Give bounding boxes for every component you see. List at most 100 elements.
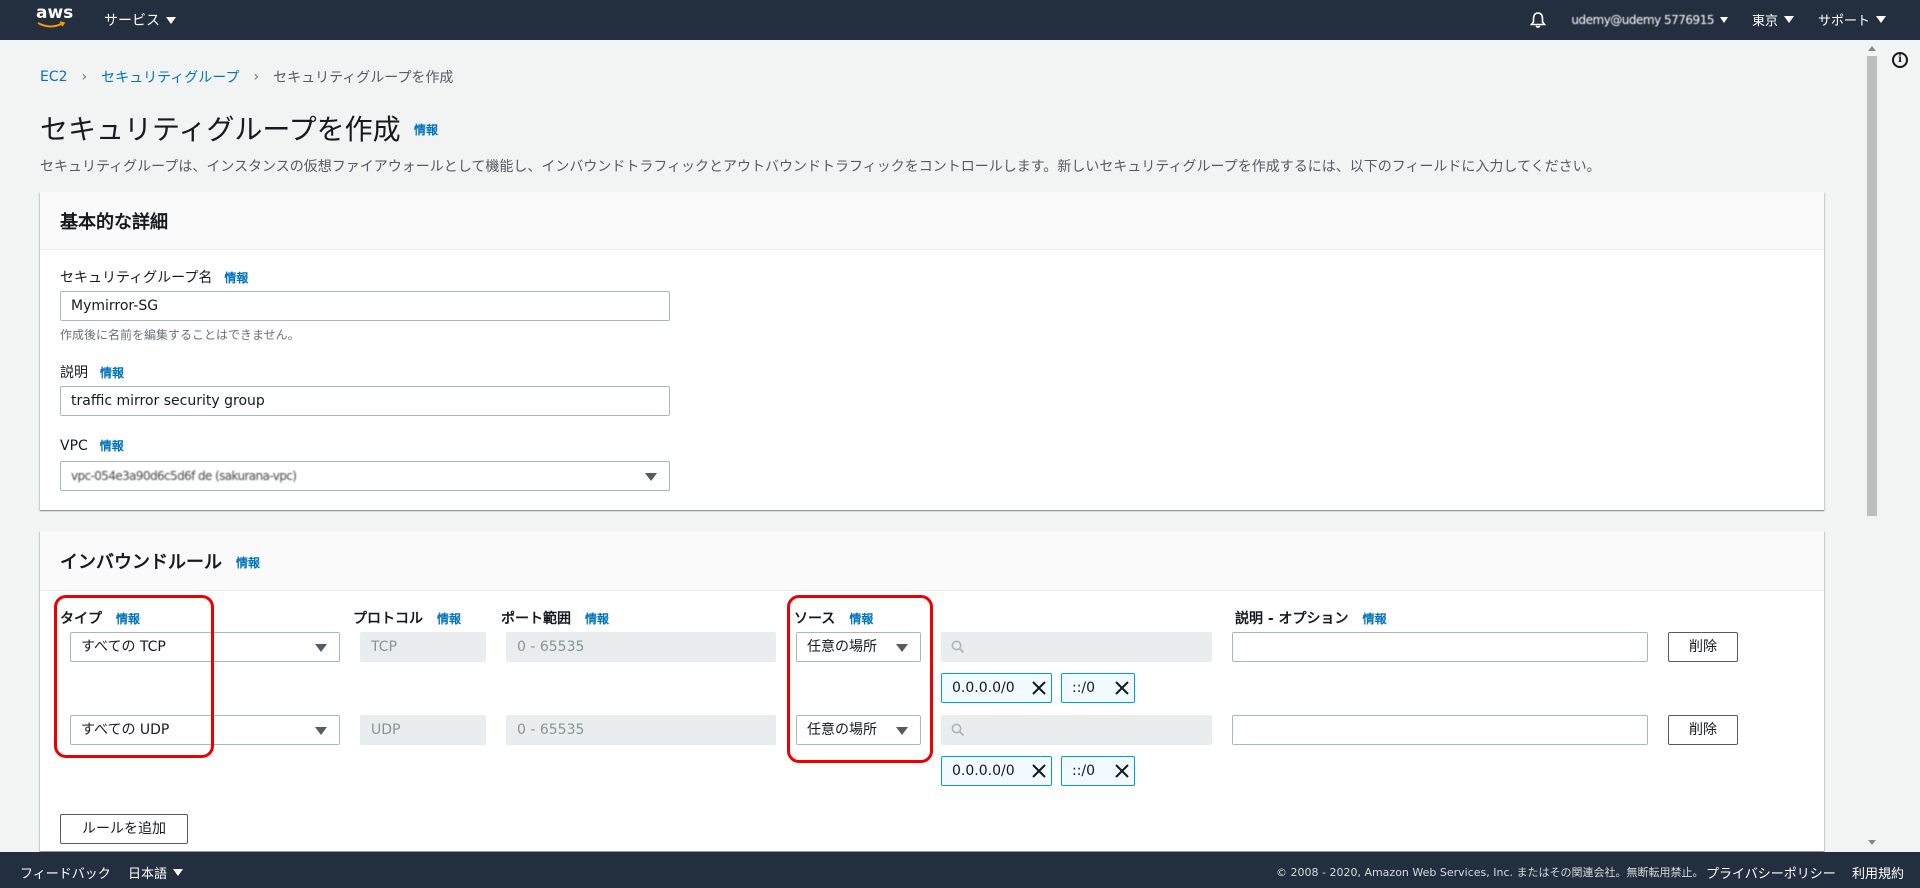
caret-down-icon	[896, 727, 908, 735]
rule1-type-select[interactable]: すべての TCP	[70, 632, 340, 662]
col-head-description: 説明 - オプション 情報	[1235, 608, 1387, 628]
rule1-delete-button[interactable]: 削除	[1668, 632, 1738, 662]
rule1-type-value: すべての TCP	[81, 639, 166, 655]
sg-name-info-link[interactable]: 情報	[224, 269, 248, 286]
close-icon[interactable]	[1114, 763, 1130, 779]
col-type-label: タイプ	[60, 611, 102, 627]
description-input[interactable]: traffic mirror security group	[60, 386, 670, 416]
col-desc-label: 説明 - オプション	[1235, 611, 1349, 627]
protocol-info-link[interactable]: 情報	[437, 610, 461, 627]
caret-down-icon	[645, 473, 657, 481]
inbound-rules-heading: インバウンドルール	[60, 551, 222, 573]
breadcrumb-ec2[interactable]: EC2	[40, 69, 68, 85]
page-title: セキュリティグループを作成	[40, 113, 401, 146]
scroll-down-icon[interactable]	[1868, 840, 1876, 845]
rule1-cidr4-value: 0.0.0.0/0	[952, 680, 1015, 696]
scroll-up-icon[interactable]	[1868, 46, 1876, 51]
col-head-type: タイプ 情報	[60, 608, 140, 628]
rule2-protocol-field: UDP	[360, 715, 486, 745]
chevron-down-icon	[166, 16, 176, 24]
vpc-label-text: VPC	[60, 437, 88, 454]
col-port-label: ポート範囲	[501, 611, 571, 627]
account-menu[interactable]: udemy@udemy 5776915	[1571, 13, 1728, 27]
search-icon	[951, 723, 965, 737]
page-description: セキュリティグループは、インスタンスの仮想ファイアウォールとして機能し、インバウ…	[40, 159, 1601, 175]
region-menu[interactable]: 東京	[1752, 10, 1794, 29]
aws-logo[interactable]: aws	[36, 3, 74, 34]
support-label: サポート	[1817, 14, 1870, 29]
sg-name-label-text: セキュリティグループ名	[60, 270, 213, 286]
caret-down-icon	[315, 727, 327, 735]
description-label: 説明 情報	[60, 362, 124, 382]
chevron-down-icon	[1719, 16, 1728, 23]
vpc-select[interactable]: vpc-054e3a90d6c5d6f de (sakurana-vpc)	[60, 461, 670, 491]
sg-name-label: セキュリティグループ名 情報	[60, 267, 248, 287]
title-info-link[interactable]: 情報	[414, 121, 438, 138]
inbound-info-link[interactable]: 情報	[236, 554, 260, 571]
search-icon	[951, 640, 965, 654]
source-info-link[interactable]: 情報	[849, 610, 873, 627]
top-navigation-bar: aws サービス udemy@udemy 5776915 東京 サポート	[0, 0, 1920, 40]
breadcrumb-current: セキュリティグループを作成	[273, 70, 454, 86]
info-panel-icon[interactable]: i	[1892, 52, 1908, 68]
breadcrumb-security-groups[interactable]: セキュリティグループ	[101, 67, 239, 87]
rule1-cidr6-token: ::/0	[1061, 673, 1135, 703]
rule1-description-input[interactable]	[1232, 632, 1648, 662]
close-icon[interactable]	[1031, 763, 1047, 779]
close-icon[interactable]	[1114, 680, 1130, 696]
rule1-port-field: 0 - 65535	[506, 632, 776, 662]
services-label: サービス	[104, 13, 160, 29]
col-protocol-label: プロトコル	[353, 611, 423, 627]
rule2-description-input[interactable]	[1232, 715, 1648, 745]
language-menu[interactable]: 日本語	[128, 863, 184, 882]
port-info-link[interactable]: 情報	[585, 610, 609, 627]
col-source-label: ソース	[794, 611, 836, 627]
language-label: 日本語	[128, 867, 168, 882]
chevron-right-icon: ›	[253, 69, 260, 85]
sg-name-input[interactable]: Mymirror-SG	[60, 291, 670, 321]
vpc-selected-value: vpc-054e3a90d6c5d6f de (sakurana-vpc)	[71, 469, 297, 483]
rule1-source-value: 任意の場所	[807, 639, 877, 655]
caret-down-icon	[315, 644, 327, 652]
rule2-source-value: 任意の場所	[807, 722, 877, 738]
privacy-policy-link[interactable]: プライバシーポリシー	[1706, 863, 1836, 882]
footer-bar: フィードバック 日本語 © 2008 - 2020, Amazon Web Se…	[0, 852, 1920, 888]
chevron-down-icon	[173, 869, 184, 876]
type-info-link[interactable]: 情報	[116, 610, 140, 627]
notifications-button[interactable]	[1529, 11, 1547, 29]
chevron-down-icon	[1876, 16, 1886, 23]
desc-info-link[interactable]: 情報	[1363, 610, 1387, 627]
description-info-link[interactable]: 情報	[100, 364, 124, 381]
rule2-cidr-search-input[interactable]	[941, 715, 1212, 745]
services-menu[interactable]: サービス	[104, 10, 176, 30]
basic-details-heading: 基本的な詳細	[60, 211, 168, 233]
rule1-source-select[interactable]: 任意の場所	[796, 632, 921, 662]
vpc-info-link[interactable]: 情報	[100, 437, 124, 454]
rule2-source-select[interactable]: 任意の場所	[796, 715, 921, 745]
add-rule-button[interactable]: ルールを追加	[60, 814, 188, 844]
rule2-cidr6-value: ::/0	[1072, 763, 1096, 779]
scrollbar-thumb[interactable]	[1867, 56, 1877, 516]
sg-name-hint: 作成後に名前を編集することはできません。	[60, 328, 300, 342]
rule2-delete-button[interactable]: 削除	[1668, 715, 1738, 745]
rule2-port-field: 0 - 65535	[506, 715, 776, 745]
chevron-down-icon	[1783, 16, 1794, 23]
col-head-protocol: プロトコル 情報	[353, 608, 461, 628]
copyright-text: © 2008 - 2020, Amazon Web Services, Inc.…	[1276, 866, 1704, 879]
support-menu[interactable]: サポート	[1818, 10, 1886, 29]
rule1-cidr-search-input[interactable]	[941, 632, 1212, 662]
page-scrollbar[interactable]	[1865, 46, 1877, 846]
rule2-type-select[interactable]: すべての UDP	[70, 715, 340, 745]
breadcrumb: EC2 › セキュリティグループ › セキュリティグループを作成	[40, 67, 453, 87]
rule2-cidr6-token: ::/0	[1061, 756, 1135, 786]
terms-link[interactable]: 利用規約	[1852, 863, 1904, 882]
rule2-type-value: すべての UDP	[81, 722, 170, 738]
bell-icon	[1530, 11, 1547, 28]
feedback-link[interactable]: フィードバック	[20, 863, 111, 882]
close-icon[interactable]	[1031, 680, 1047, 696]
caret-down-icon	[896, 644, 908, 652]
description-label-text: 説明	[60, 365, 88, 381]
vpc-label: VPC 情報	[60, 437, 124, 454]
aws-logo-text: aws	[36, 3, 74, 23]
rule1-cidr4-token: 0.0.0.0/0	[941, 673, 1052, 703]
